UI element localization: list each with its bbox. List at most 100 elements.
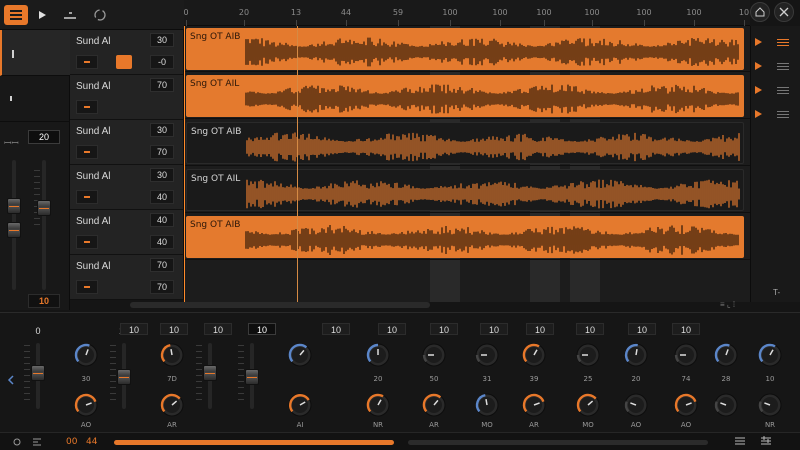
knob-lower[interactable] (158, 391, 186, 419)
track-lane[interactable]: Sng OT AIL (184, 167, 750, 213)
track-lane[interactable]: Sng OT AIB (184, 214, 750, 260)
track-rec-button[interactable] (116, 55, 132, 69)
knob-upper[interactable] (712, 341, 740, 369)
knob-upper[interactable] (756, 341, 784, 369)
settings-icon[interactable] (12, 437, 22, 447)
play-icon[interactable] (755, 110, 762, 118)
knob-lower[interactable] (712, 391, 740, 419)
timeline-ruler[interactable]: 0 20 13 44 59 100 100 100 100 100 100 10 (183, 0, 750, 26)
channel-fader[interactable] (117, 369, 131, 385)
rail-row[interactable] (751, 32, 800, 54)
track-volume[interactable]: 30 (150, 168, 174, 182)
audio-clip[interactable]: Sng OT AIB (186, 28, 744, 70)
knob-lower[interactable] (72, 391, 100, 419)
play-icon[interactable] (755, 38, 762, 46)
tool-button[interactable] (58, 5, 82, 25)
menu-icon[interactable] (777, 87, 789, 95)
track-header[interactable]: Sund Al 30 70 (70, 120, 184, 165)
track-header[interactable]: Sund Al 30 40 (70, 165, 184, 210)
track-pan[interactable]: 40 (150, 190, 174, 204)
knob-upper[interactable] (420, 341, 448, 369)
master-value-bottom[interactable]: 10 (28, 294, 60, 308)
channel-value[interactable]: 10 (160, 323, 188, 335)
track-lane[interactable]: Sng OT AIL (184, 73, 750, 119)
knob-upper[interactable] (72, 341, 100, 369)
channel-value[interactable]: 10 (628, 323, 656, 335)
track-volume[interactable]: 70 (150, 258, 174, 272)
track-pan[interactable]: 70 (150, 280, 174, 294)
channel-value[interactable]: 10 (204, 323, 232, 335)
position-progress[interactable] (114, 440, 394, 445)
track-header[interactable]: Sund Al 30 -0 (70, 30, 184, 75)
track-header[interactable]: Sund Al 70 70 (70, 255, 184, 300)
sliders-icon[interactable] (760, 436, 772, 446)
track-mute-button[interactable] (76, 55, 98, 69)
knob-lower[interactable] (622, 391, 650, 419)
channel-fader[interactable] (245, 369, 259, 385)
master-fader-right[interactable] (37, 200, 51, 216)
loop-button[interactable] (88, 5, 112, 25)
track-header[interactable]: Sund Al 40 40 (70, 210, 184, 255)
channel-value[interactable]: 10 (430, 323, 458, 335)
channel-value[interactable]: 10 (248, 323, 276, 335)
menu-button[interactable] (4, 5, 28, 25)
knob-upper[interactable] (672, 341, 700, 369)
audio-clip[interactable]: Sng OT AIL (186, 169, 744, 211)
knob-upper[interactable] (574, 341, 602, 369)
audio-clip[interactable]: Sng OT AIL (186, 75, 744, 117)
channel-fader[interactable] (203, 365, 217, 381)
track-volume[interactable]: 30 (150, 33, 174, 47)
knob-lower[interactable] (286, 391, 314, 419)
track-lane[interactable]: Sng OT AIB (184, 26, 750, 72)
knob-upper[interactable] (364, 341, 392, 369)
master-fader-track-right[interactable] (42, 160, 46, 290)
knob-lower[interactable] (756, 391, 784, 419)
audio-clip[interactable]: Sng OT AIB (186, 216, 744, 258)
track-mute-button[interactable] (76, 100, 98, 114)
track-pan[interactable]: -0 (150, 55, 174, 69)
track-mute-button[interactable] (76, 280, 98, 294)
play-button[interactable] (30, 5, 54, 25)
play-icon[interactable] (755, 62, 762, 70)
channel-value[interactable]: 10 (480, 323, 508, 335)
knob-lower[interactable] (364, 391, 392, 419)
master-fader-left[interactable] (7, 198, 21, 214)
knob-upper[interactable] (622, 341, 650, 369)
channel-value[interactable]: 10 (322, 323, 350, 335)
master-fader-left-b[interactable] (7, 222, 21, 238)
menu-icon[interactable] (777, 63, 789, 71)
track-select-1[interactable] (0, 30, 70, 76)
audio-clip[interactable]: Sng OT AIB (186, 122, 744, 164)
track-mute-button[interactable] (76, 190, 98, 204)
rail-row[interactable] (751, 56, 800, 78)
arrangement-view[interactable]: Sng OT AIB Sng OT AIL Sng OT AIB Sng OT AIL… (184, 26, 750, 302)
tools-button[interactable] (774, 2, 794, 22)
menu-icon[interactable] (777, 39, 789, 47)
track-volume[interactable]: 40 (150, 213, 174, 227)
knob-lower[interactable] (420, 391, 448, 419)
master-value[interactable]: 20 (28, 130, 60, 144)
zoom-icon[interactable]: ≡ ⌞ ⁞ (720, 300, 735, 309)
channel-value[interactable]: 10 (526, 323, 554, 335)
knob-upper[interactable] (520, 341, 548, 369)
edit-cursor[interactable] (297, 26, 298, 302)
rail-row[interactable] (751, 80, 800, 102)
track-pan[interactable]: 70 (150, 145, 174, 159)
track-header[interactable]: Sund Al 70 (70, 75, 184, 120)
collapse-icon[interactable]: ꟷꟷ (4, 136, 19, 149)
track-mute-button[interactable] (76, 235, 98, 249)
track-lane[interactable]: Sng OT AIB (184, 120, 750, 166)
mixer-left-arrow-icon[interactable] (7, 375, 15, 385)
track-select-2[interactable] (0, 76, 70, 122)
channel-value[interactable]: 10 (378, 323, 406, 335)
knob-upper[interactable] (286, 341, 314, 369)
play-icon[interactable] (755, 86, 762, 94)
list-icon[interactable] (734, 436, 746, 446)
rail-row[interactable] (751, 104, 800, 126)
home-button[interactable] (750, 2, 770, 22)
knob-upper[interactable] (473, 341, 501, 369)
knob-lower[interactable] (574, 391, 602, 419)
knob-upper[interactable] (158, 341, 186, 369)
playhead[interactable] (184, 26, 185, 302)
track-pan[interactable]: 40 (150, 235, 174, 249)
